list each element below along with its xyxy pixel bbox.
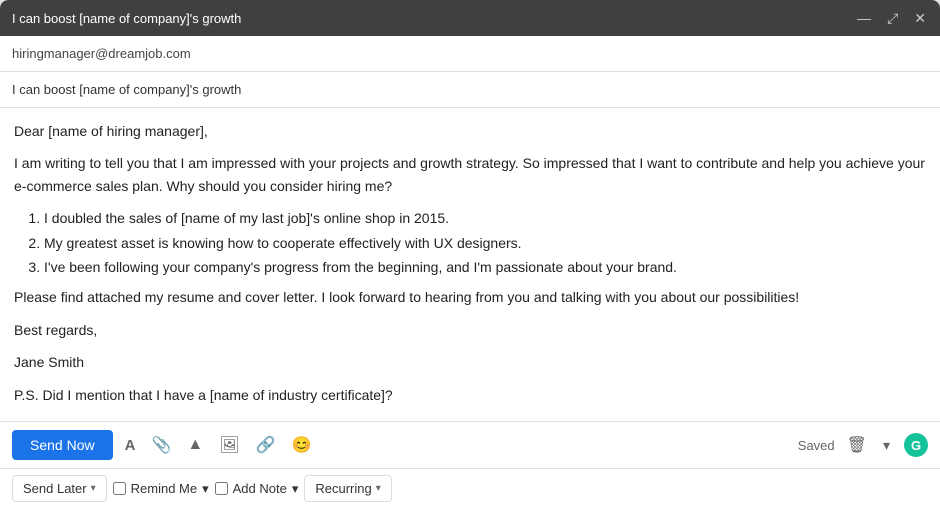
window-title: I can boost [name of company]'s growth: [12, 11, 241, 26]
send-now-button[interactable]: Send Now: [12, 430, 113, 460]
closing: Best regards,: [14, 319, 926, 341]
insert-link-button[interactable]: 🔗: [252, 431, 280, 459]
drive-icon: ▲: [187, 436, 203, 454]
subject-text: I can boost [name of company]'s growth: [12, 82, 241, 97]
recurring-label: Recurring: [315, 481, 371, 496]
more-options-button[interactable]: ▾: [879, 433, 894, 458]
remind-me-label: Remind Me: [131, 481, 197, 496]
attach-icon: 📎: [151, 435, 171, 455]
paragraph1: I am writing to tell you that I am impre…: [14, 152, 926, 197]
attach-file-button[interactable]: 📎: [147, 431, 175, 459]
add-note-label: Add Note: [233, 481, 287, 496]
send-later-label: Send Later: [23, 481, 87, 496]
greeting: Dear [name of hiring manager],: [14, 120, 926, 142]
toolbar-right: Saved 🗑 ▾ G: [798, 431, 928, 459]
signature: Jane Smith: [14, 351, 926, 373]
recurring-chevron: ▾: [376, 483, 381, 494]
format-text-button[interactable]: A: [121, 433, 140, 458]
emoji-icon: 😊: [291, 435, 311, 455]
remind-me-checkbox[interactable]: [113, 482, 126, 495]
remind-me-chevron: ▾: [202, 481, 209, 497]
bottom-bar: Send Later ▾ Remind Me ▾ Add Note ▾ Recu…: [0, 468, 940, 508]
paragraph2: Please find attached my resume and cover…: [14, 286, 926, 308]
email-toolbar: Send Now A 📎 ▲ 🖼 🔗 😊 Saved 🗑 ▾ G: [0, 421, 940, 468]
remind-me-checkbox-label[interactable]: Remind Me ▾: [113, 481, 209, 497]
add-note-chevron: ▾: [292, 481, 299, 497]
email-body[interactable]: Dear [name of hiring manager], I am writ…: [0, 108, 940, 421]
google-drive-button[interactable]: ▲: [183, 432, 207, 458]
minimize-button[interactable]: —: [855, 11, 873, 25]
subject-field[interactable]: I can boost [name of company]'s growth: [0, 72, 940, 108]
list-item: I doubled the sales of [name of my last …: [44, 207, 926, 229]
send-later-chevron: ▾: [91, 483, 96, 494]
add-note-checkbox-label[interactable]: Add Note ▾: [215, 481, 299, 497]
grammarly-icon: G: [904, 433, 928, 457]
photo-icon: 🖼: [219, 435, 239, 455]
delete-draft-button[interactable]: 🗑: [843, 431, 871, 459]
link-icon: 🔗: [256, 435, 276, 455]
ps: P.S. Did I mention that I have a [name o…: [14, 384, 926, 406]
close-button[interactable]: ✕: [912, 11, 928, 25]
list-item: My greatest asset is knowing how to coop…: [44, 232, 926, 254]
list-item: I've been following your company's progr…: [44, 256, 926, 278]
insert-emoji-button[interactable]: 😊: [287, 431, 315, 459]
window-controls: — ⤢ ✕: [855, 11, 928, 25]
format-icon: A: [125, 437, 136, 454]
resize-button[interactable]: ⤢: [885, 11, 900, 25]
list: I doubled the sales of [name of my last …: [44, 207, 926, 278]
insert-photo-button[interactable]: 🖼: [215, 431, 243, 459]
to-field[interactable]: hiringmanager@dreamjob.com: [0, 36, 940, 72]
recurring-button[interactable]: Recurring ▾: [304, 475, 391, 502]
compose-window: I can boost [name of company]'s growth —…: [0, 0, 940, 508]
to-address: hiringmanager@dreamjob.com: [12, 46, 191, 61]
saved-status: Saved: [798, 438, 835, 453]
send-later-button[interactable]: Send Later ▾: [12, 475, 107, 502]
title-bar: I can boost [name of company]'s growth —…: [0, 0, 940, 36]
add-note-checkbox[interactable]: [215, 482, 228, 495]
